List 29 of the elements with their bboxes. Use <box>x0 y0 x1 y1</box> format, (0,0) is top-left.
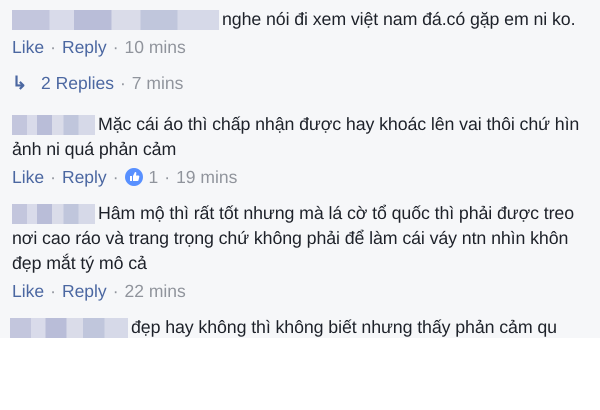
comment-time: 22 mins <box>124 280 186 302</box>
comment-time: 19 mins <box>176 166 238 188</box>
comment-text: ảnh ni quá phản cảm <box>12 139 176 160</box>
reply-arrow-icon: ↳ <box>12 72 27 94</box>
separator-dot: · <box>112 36 119 58</box>
separator-dot: · <box>112 166 119 188</box>
separator-dot: · <box>50 166 56 188</box>
comment-text: Hâm mộ thì rất tốt nhưng mà lá cờ tổ quốc thì phải được treo <box>98 203 574 224</box>
comment-text: đẹp mắt tý mô cả <box>12 253 147 274</box>
reaction-count: 1 <box>148 166 158 188</box>
action-link[interactable]: Reply <box>62 36 107 58</box>
separator-dot: · <box>120 72 126 94</box>
comment-time: 10 mins <box>124 36 186 58</box>
action-link[interactable]: Like <box>12 166 44 188</box>
action-link[interactable]: Reply <box>62 166 107 188</box>
separator-dot: · <box>50 280 56 302</box>
action-link[interactable]: Reply <box>62 280 107 302</box>
comment-text: nơi cao ráo và trang trọng chứ không phải để làm cái váy ntn nhìn khôn <box>12 228 568 249</box>
separator-dot: · <box>164 166 170 188</box>
comment-text: nghe nói đi xem việt nam đá.có gặp em ni ko. <box>222 9 576 30</box>
comment-text: đẹp hay không thì không biết nhưng thấy phản cảm qu <box>131 317 557 338</box>
separator-dot: · <box>50 36 56 58</box>
action-link[interactable]: 2 Replies <box>41 72 114 94</box>
comment-time: 7 mins <box>132 72 184 94</box>
action-link[interactable]: Like <box>12 36 44 58</box>
comment-text: Mặc cái áo thì chấp nhận được hay khoác lên vai thôi chứ hìn <box>98 114 580 135</box>
separator-dot: · <box>112 280 119 302</box>
thumbs-up-icon <box>124 168 143 186</box>
action-link[interactable]: Like <box>12 280 44 302</box>
